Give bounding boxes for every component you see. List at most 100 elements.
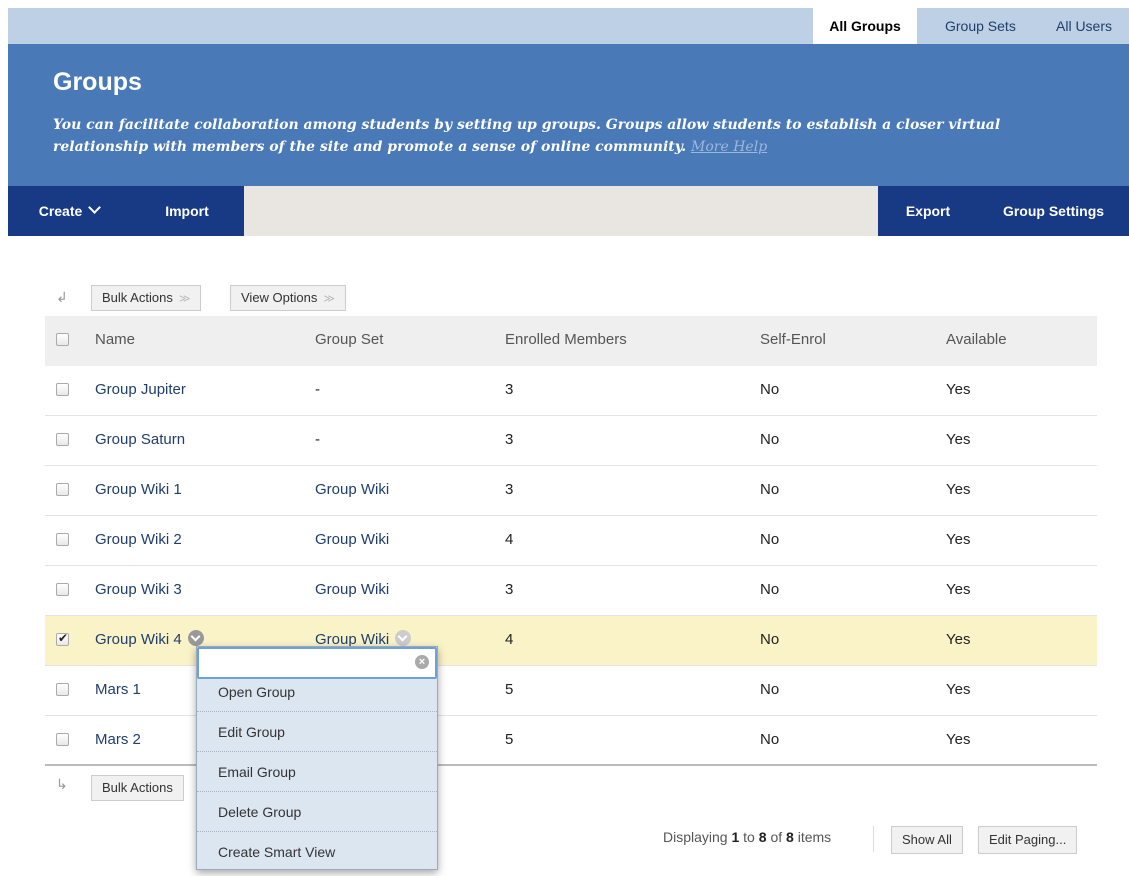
table-header-row: Name Group Set Enrolled Members Self-Enr… <box>45 316 1097 366</box>
group-set-cell: - <box>315 381 320 398</box>
export-button[interactable]: Export <box>878 186 978 236</box>
tab-all-users[interactable]: All Users <box>1056 8 1112 44</box>
menu-item-label: Create Smart View <box>218 844 336 860</box>
context-menu-chevron-icon[interactable] <box>187 630 204 647</box>
available-cell: Yes <box>946 431 971 448</box>
column-header-group-set[interactable]: Group Set <box>315 316 383 366</box>
menu-item-edit-group[interactable]: Edit Group <box>197 712 437 752</box>
menu-item-delete-group[interactable]: Delete Group <box>197 792 437 832</box>
group-set-cell: - <box>315 431 320 448</box>
select-all-checkbox[interactable] <box>56 333 69 346</box>
column-header-enrolled[interactable]: Enrolled Members <box>505 316 627 366</box>
enrolled-cell: 5 <box>505 731 514 748</box>
export-label: Export <box>905 203 951 219</box>
menu-item-label: Open Group <box>218 684 296 700</box>
divider <box>873 826 874 852</box>
paging-suffix: items <box>797 829 832 845</box>
paging-from: 1 <box>731 829 740 845</box>
paging-of-word: of <box>770 829 783 845</box>
group-name-link[interactable]: Group Jupiter <box>95 366 186 416</box>
bulk-actions-label: Bulk Actions <box>102 290 173 305</box>
bulk-actions-label: Bulk Actions <box>102 780 173 795</box>
row-checkbox[interactable] <box>56 583 69 596</box>
bulk-arrow-icon: ↳ <box>56 776 68 792</box>
enrolled-cell: 4 <box>505 631 514 648</box>
show-all-button[interactable]: Show All <box>891 826 963 854</box>
enrolled-cell: 3 <box>505 481 514 498</box>
row-checkbox[interactable] <box>56 631 69 646</box>
self-enrol-cell: No <box>760 681 780 698</box>
group-name-link[interactable]: Group Wiki 2 <box>95 516 182 566</box>
page-title: Groups <box>53 68 142 96</box>
group-set-link[interactable]: Group Wiki <box>315 566 389 616</box>
description-text: You can facilitate collaboration among s… <box>53 117 1001 155</box>
double-chevron-down-icon: ≫ <box>178 293 191 305</box>
row-checkbox[interactable] <box>56 733 69 746</box>
context-menu: × Open Group Edit Group Email Group Dele… <box>196 646 438 870</box>
table-row: Group Wiki 2 Group Wiki 4 No Yes <box>45 516 1097 566</box>
tab-all-groups[interactable]: All Groups <box>813 8 917 52</box>
group-set-link[interactable]: Group Wiki <box>315 516 389 566</box>
available-cell: Yes <box>946 581 971 598</box>
paging-summary: Displaying 1 to 8 of 8 items <box>663 829 831 845</box>
self-enrol-cell: No <box>760 481 780 498</box>
group-name-link[interactable]: Mars 1 <box>95 666 141 716</box>
more-help-link[interactable]: More Help <box>691 139 767 155</box>
self-enrol-cell: No <box>760 631 780 648</box>
table-row: Group Wiki 3 Group Wiki 3 No Yes <box>45 566 1097 616</box>
row-checkbox[interactable] <box>56 383 69 396</box>
view-options-button[interactable]: View Options ≫ <box>230 285 346 311</box>
tab-label: All Users <box>1056 18 1113 34</box>
group-name-link[interactable]: Mars 2 <box>95 716 141 766</box>
group-name-cell: Group Wiki 4 <box>95 616 204 666</box>
row-checkbox[interactable] <box>56 683 69 696</box>
column-header-available[interactable]: Available <box>946 316 1007 366</box>
row-checkbox[interactable] <box>56 483 69 496</box>
create-label: Create <box>38 203 83 219</box>
row-checkbox[interactable] <box>56 533 69 546</box>
available-cell: Yes <box>946 531 971 548</box>
paging-total: 8 <box>786 829 794 845</box>
self-enrol-cell: No <box>760 431 780 448</box>
column-header-self-enrol[interactable]: Self-Enrol <box>760 316 826 366</box>
paging-to: 8 <box>758 829 767 845</box>
create-button[interactable]: Create <box>8 186 130 236</box>
self-enrol-cell: No <box>760 531 780 548</box>
page-header: Groups You can facilitate collaboration … <box>8 44 1129 186</box>
group-settings-button[interactable]: Group Settings <box>978 186 1129 236</box>
enrolled-cell: 3 <box>505 581 514 598</box>
column-header-name[interactable]: Name <box>95 316 135 366</box>
bulk-arrow-icon: ↲ <box>56 289 68 305</box>
paging-prefix: Displaying <box>663 829 728 845</box>
tab-label: All Groups <box>829 18 901 34</box>
action-bar: Create Import Export Group Settings <box>8 186 1129 236</box>
chevron-down-icon <box>88 201 102 214</box>
available-cell: Yes <box>946 481 971 498</box>
bulk-actions-button[interactable]: Bulk Actions ≫ <box>91 285 202 311</box>
view-options-label: View Options <box>241 290 318 305</box>
available-cell: Yes <box>946 681 971 698</box>
enrolled-cell: 3 <box>505 381 514 398</box>
menu-item-email-group[interactable]: Email Group <box>197 752 437 792</box>
table-row: Group Saturn - 3 No Yes <box>45 416 1097 466</box>
group-settings-label: Group Settings <box>1002 203 1105 219</box>
tab-group-sets[interactable]: Group Sets <box>945 8 1016 44</box>
group-name-link[interactable]: Group Wiki 1 <box>95 466 182 516</box>
menu-item-create-smart-view[interactable]: Create Smart View <box>197 832 437 872</box>
group-name-link[interactable]: Group Saturn <box>95 416 185 466</box>
group-name-link[interactable]: Group Wiki 4 <box>95 631 182 648</box>
group-name-link[interactable]: Group Wiki 3 <box>95 566 182 616</box>
menu-item-open-group[interactable]: Open Group <box>197 672 437 712</box>
edit-paging-button[interactable]: Edit Paging... <box>978 826 1078 854</box>
bulk-actions-button-bottom[interactable]: Bulk Actions <box>91 775 184 801</box>
group-set-link[interactable]: Group Wiki <box>315 466 389 516</box>
table-row: Group Jupiter - 3 No Yes <box>45 366 1097 416</box>
enrolled-cell: 3 <box>505 431 514 448</box>
close-icon[interactable]: × <box>415 655 429 669</box>
self-enrol-cell: No <box>760 731 780 748</box>
tab-label: Group Sets <box>945 18 1016 34</box>
import-button[interactable]: Import <box>130 186 244 236</box>
menu-item-label: Email Group <box>218 764 296 780</box>
context-menu-chevron-icon[interactable] <box>395 630 412 647</box>
row-checkbox[interactable] <box>56 433 69 446</box>
